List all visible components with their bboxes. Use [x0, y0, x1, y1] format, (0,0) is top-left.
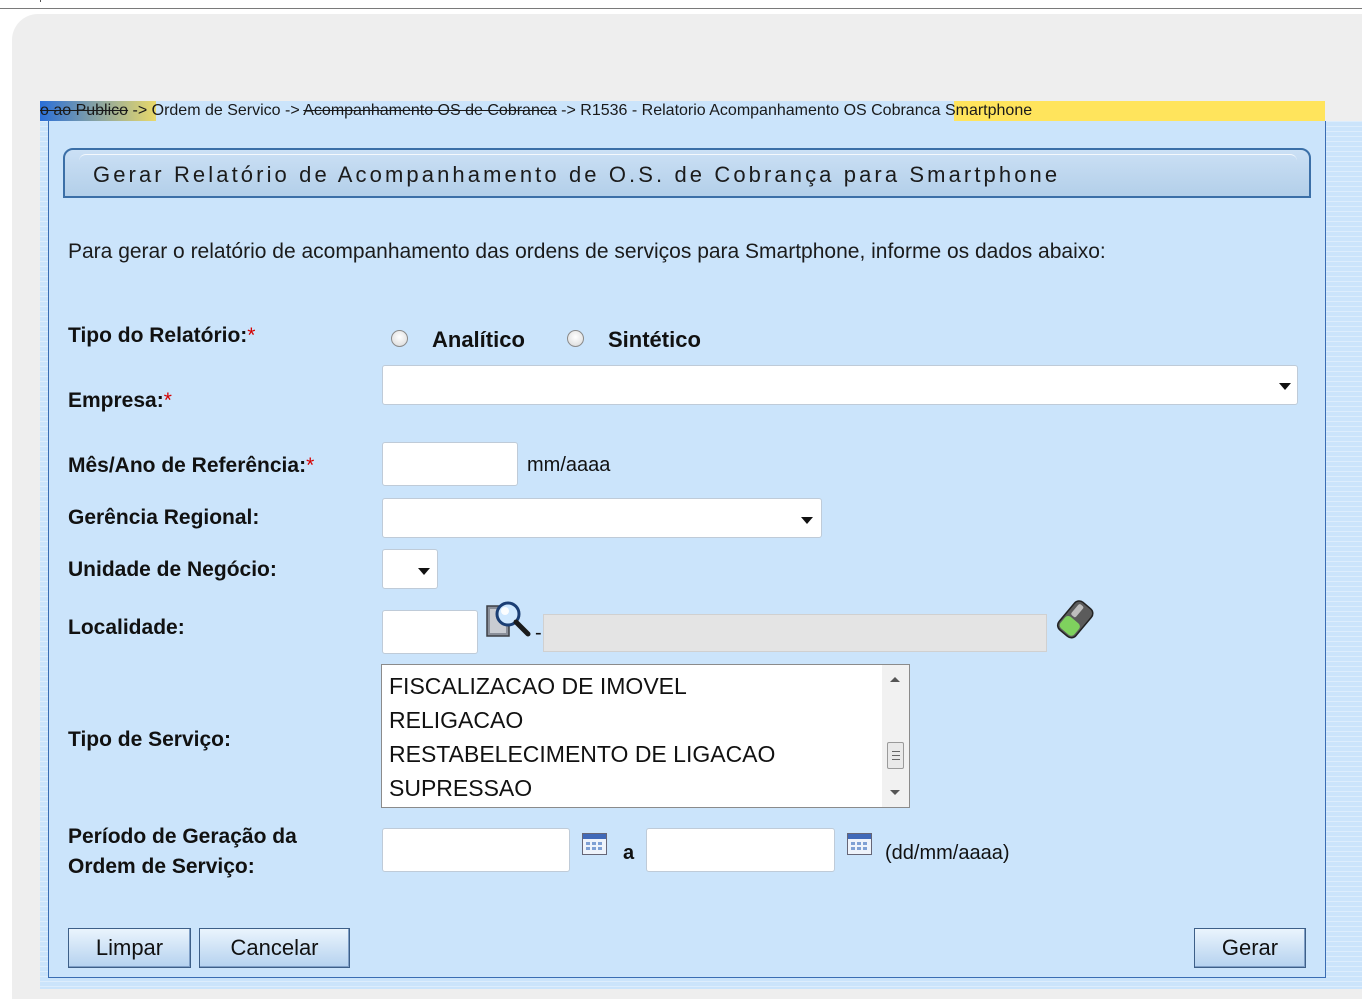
breadcrumb-separator: ->	[128, 102, 152, 119]
breadcrumb-item-ordem-servico[interactable]: Ordem de Servico	[152, 102, 281, 119]
scroll-thumb[interactable]	[887, 742, 904, 769]
list-item[interactable]: RELIGACAO	[389, 707, 523, 734]
page-title-bar: Gerar Relatório de Acompanhamento de O.S…	[63, 148, 1311, 198]
unidade-negocio-label: Unidade de Negócio:	[68, 558, 277, 581]
required-marker: *	[306, 454, 315, 477]
gerar-button[interactable]: Gerar	[1194, 928, 1306, 968]
breadcrumb-item-acompanhamento[interactable]: Acompanhamento OS de Cobranca	[303, 102, 556, 119]
localidade-name-field	[543, 614, 1047, 652]
calendar-icon[interactable]	[582, 833, 607, 855]
periodo-geracao-label: Período de Geração da Ordem de Serviço:	[68, 825, 297, 878]
periodo-separator: a	[623, 842, 635, 864]
chevron-down-icon	[1279, 383, 1291, 390]
page-title: Gerar Relatório de Acompanhamento de O.S…	[93, 162, 1061, 187]
localidade-code-input[interactable]	[382, 610, 478, 654]
mes-ano-input[interactable]	[382, 442, 518, 486]
sintetico-radio[interactable]	[567, 330, 584, 347]
required-marker: *	[247, 324, 256, 347]
breadcrumb-item-current: R1536 - Relatorio Acompanhamento OS Cobr…	[580, 102, 1033, 119]
limpar-button[interactable]: Limpar	[68, 928, 191, 968]
breadcrumb: o ao Publico -> Ordem de Servico -> Acom…	[40, 101, 1325, 121]
scroll-down-icon[interactable]	[890, 790, 900, 795]
periodo-from-input[interactable]	[382, 828, 570, 872]
scroll-up-icon[interactable]	[890, 677, 900, 682]
calendar-icon[interactable]	[847, 833, 872, 855]
gerencia-regional-label: Gerência Regional:	[68, 506, 260, 529]
analitico-label[interactable]: Analítico	[432, 327, 525, 353]
periodo-to-input[interactable]	[646, 828, 835, 872]
instruction-text: Para gerar o relatório de acompanhamento…	[68, 240, 1106, 263]
empresa-select[interactable]	[382, 365, 1298, 405]
list-item[interactable]: FISCALIZACAO DE IMOVEL	[389, 673, 687, 700]
breadcrumb-separator: ->	[556, 102, 581, 119]
top-window-edge	[0, 0, 1362, 9]
window-frame-fragment	[0, 0, 41, 2]
required-marker: *	[163, 389, 172, 412]
chevron-down-icon	[801, 517, 813, 524]
localidade-label: Localidade:	[68, 616, 185, 639]
list-item[interactable]: SUPRESSAO	[389, 775, 532, 802]
cancelar-button[interactable]: Cancelar	[199, 928, 350, 968]
periodo-format-hint: (dd/mm/aaaa)	[885, 842, 1010, 864]
unidade-negocio-select[interactable]	[382, 549, 438, 589]
mes-ano-format-hint: mm/aaaa	[527, 454, 611, 476]
list-item[interactable]: RESTABELECIMENTO DE LIGACAO	[389, 741, 775, 768]
tipo-servico-label: Tipo de Serviço:	[68, 728, 231, 751]
breadcrumb-separator: ->	[280, 102, 304, 119]
localidade-separator: -	[535, 622, 542, 644]
eraser-icon[interactable]	[1056, 599, 1096, 641]
mes-ano-label: Mês/Ano de Referência:*	[68, 454, 315, 477]
chevron-down-icon	[418, 568, 430, 575]
analitico-radio[interactable]	[391, 330, 408, 347]
magnifier-search-icon[interactable]	[486, 597, 536, 645]
gerencia-regional-select[interactable]	[382, 498, 822, 538]
tipo-servico-listbox[interactable]: FISCALIZACAO DE IMOVEL RELIGACAO RESTABE…	[381, 664, 910, 808]
sintetico-label[interactable]: Sintético	[608, 327, 701, 353]
tipo-relatorio-label: Tipo do Relatório:*	[68, 324, 256, 347]
breadcrumb-item-atendimento[interactable]: o ao Publico	[40, 102, 128, 119]
listbox-scrollbar[interactable]	[882, 665, 909, 807]
empresa-label: Empresa:*	[68, 389, 172, 412]
